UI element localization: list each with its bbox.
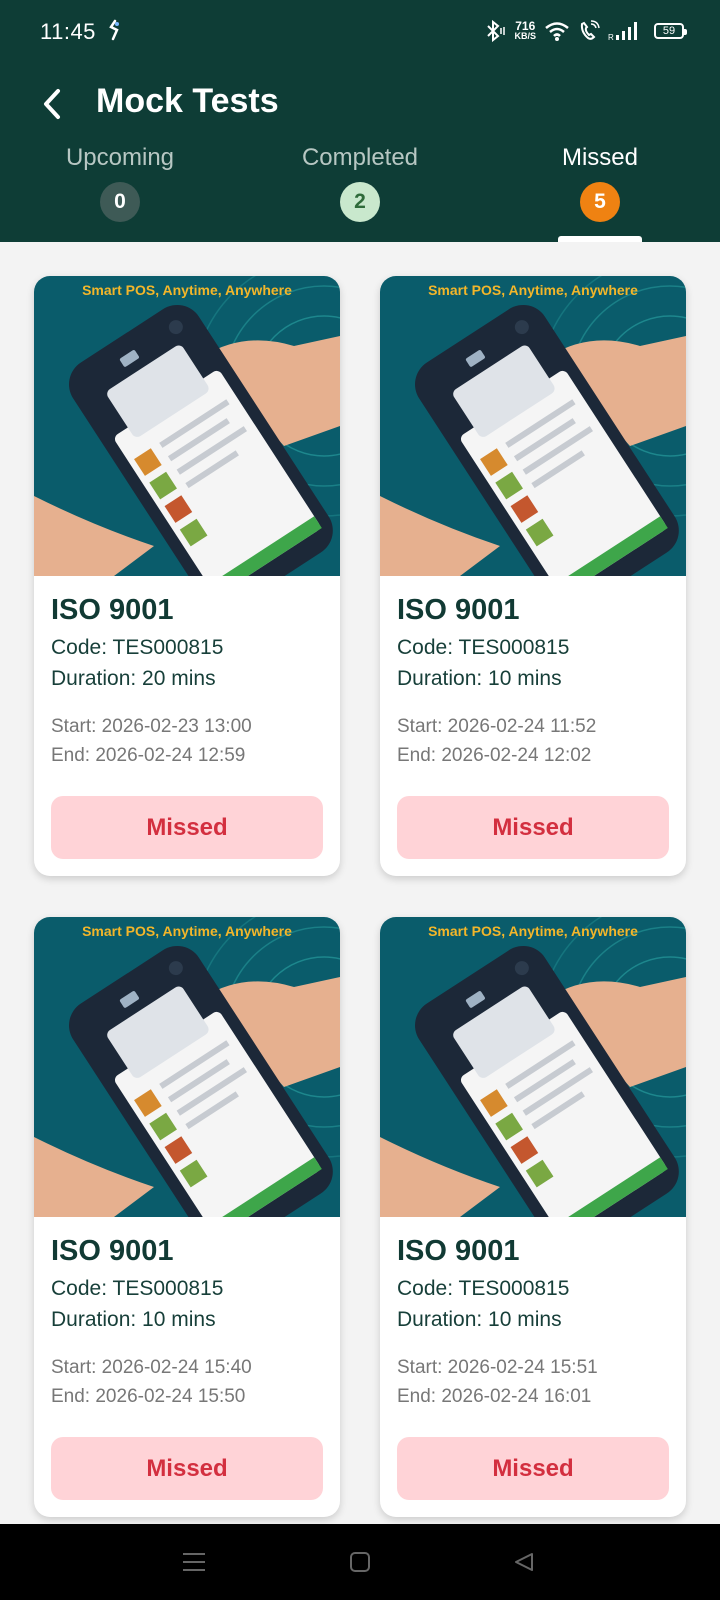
banner-text: Smart POS, Anytime, Anywhere: [428, 282, 638, 298]
mock-test-card[interactable]: Smart POS, Anytime, Anywhere ISO 9001 Co…: [34, 276, 340, 876]
bluetooth-icon: [487, 19, 506, 43]
pos-device-illustration: [34, 917, 340, 1217]
app-header: 11:45 716 KB/S R 59 Mock Tests Upcoming …: [0, 0, 720, 242]
wifi-call-icon: [580, 20, 600, 40]
missed-status-button[interactable]: Missed: [51, 1437, 323, 1500]
battery-icon: 59: [654, 23, 687, 39]
card-thumbnail: Smart POS, Anytime, Anywhere: [380, 917, 686, 1217]
banner-text: Smart POS, Anytime, Anywhere: [82, 923, 292, 939]
status-time: 11:45: [40, 19, 96, 44]
card-start-time: Start: 2026-02-23 13:00: [51, 716, 252, 737]
net-speed-unit: KB/S: [514, 31, 536, 41]
net-speed: 716 KB/S: [514, 19, 536, 41]
back-nav-button[interactable]: [504, 1544, 544, 1580]
svg-text:R: R: [608, 33, 614, 41]
active-tab-indicator: [558, 236, 642, 242]
pos-device-illustration: [34, 276, 340, 576]
card-title: ISO 9001: [51, 1235, 174, 1267]
notification-icon: [109, 19, 119, 41]
tab-label: Completed: [301, 144, 419, 171]
missed-status-button[interactable]: Missed: [397, 1437, 669, 1500]
card-end-time: End: 2026-02-24 12:02: [397, 745, 592, 766]
card-code: Code: TES000815: [51, 1277, 224, 1300]
home-button[interactable]: [340, 1544, 380, 1580]
card-thumbnail: Smart POS, Anytime, Anywhere: [34, 917, 340, 1217]
tab-upcoming[interactable]: Upcoming 0: [0, 142, 240, 242]
card-start-time: Start: 2026-02-24 15:51: [397, 1357, 598, 1378]
card-thumbnail: Smart POS, Anytime, Anywhere: [34, 276, 340, 576]
card-code: Code: TES000815: [51, 636, 224, 659]
home-icon: [350, 1552, 370, 1572]
mock-test-card[interactable]: Smart POS, Anytime, Anywhere ISO 9001 Co…: [380, 917, 686, 1517]
card-end-time: End: 2026-02-24 12:59: [51, 745, 246, 766]
menu-icon: [183, 1553, 205, 1571]
card-title: ISO 9001: [51, 594, 174, 626]
missed-status-button[interactable]: Missed: [397, 796, 669, 859]
wifi-icon: [545, 22, 569, 41]
pos-device-illustration: [380, 917, 686, 1217]
page-title: Mock Tests: [96, 82, 279, 120]
card-title: ISO 9001: [397, 594, 520, 626]
pos-device-illustration: [380, 276, 686, 576]
card-code: Code: TES000815: [397, 636, 570, 659]
system-nav-bar: [0, 1524, 720, 1600]
back-button[interactable]: [32, 84, 72, 124]
card-thumbnail: Smart POS, Anytime, Anywhere: [380, 276, 686, 576]
tab-missed[interactable]: Missed 5: [480, 142, 720, 242]
card-end-time: End: 2026-02-24 15:50: [51, 1386, 246, 1407]
recent-apps-button[interactable]: [174, 1544, 214, 1580]
tab-count-badge: 2: [340, 182, 380, 222]
tab-count-badge: 0: [100, 182, 140, 222]
tab-label: Upcoming: [65, 144, 175, 171]
tab-completed[interactable]: Completed 2: [240, 142, 480, 242]
banner-text: Smart POS, Anytime, Anywhere: [428, 923, 638, 939]
tab-count-badge: 5: [580, 182, 620, 222]
tab-label: Missed: [561, 144, 639, 171]
card-end-time: End: 2026-02-24 16:01: [397, 1386, 592, 1407]
card-duration: Duration: 20 mins: [51, 667, 216, 690]
net-speed-value: 716: [515, 19, 536, 33]
mock-test-card[interactable]: Smart POS, Anytime, Anywhere ISO 9001 Co…: [34, 917, 340, 1517]
missed-status-button[interactable]: Missed: [51, 796, 323, 859]
card-start-time: Start: 2026-02-24 15:40: [51, 1357, 252, 1378]
card-title: ISO 9001: [397, 1235, 520, 1267]
back-triangle-icon: [515, 1553, 533, 1571]
card-code: Code: TES000815: [397, 1277, 570, 1300]
card-duration: Duration: 10 mins: [397, 1308, 562, 1331]
chevron-left-icon: [44, 89, 60, 119]
card-duration: Duration: 10 mins: [51, 1308, 216, 1331]
mock-test-card[interactable]: Smart POS, Anytime, Anywhere ISO 9001 Co…: [380, 276, 686, 876]
battery-level: 59: [662, 25, 676, 37]
status-bar: 11:45 716 KB/S R 59: [0, 0, 720, 64]
signal-icon: R: [608, 22, 637, 41]
status-icons: 716 KB/S R 59: [484, 16, 687, 46]
card-duration: Duration: 10 mins: [397, 667, 562, 690]
card-start-time: Start: 2026-02-24 11:52: [397, 716, 597, 737]
banner-text: Smart POS, Anytime, Anywhere: [82, 282, 292, 298]
